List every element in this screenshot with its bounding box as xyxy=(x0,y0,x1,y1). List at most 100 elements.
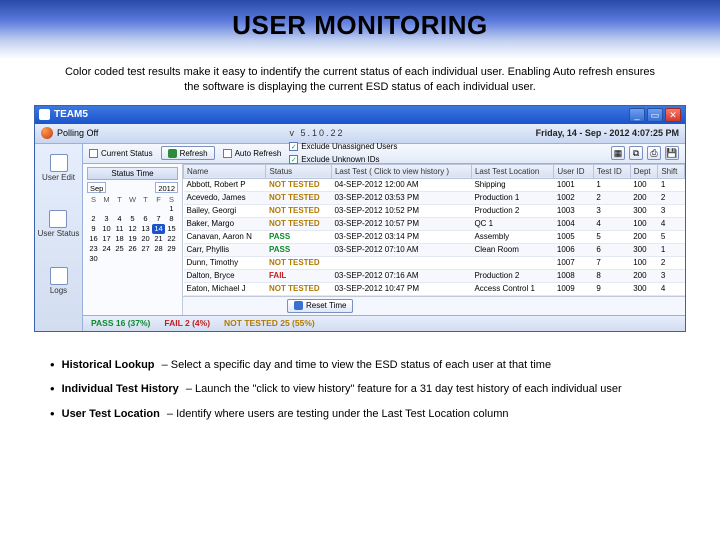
calendar-day-cell[interactable]: 2 xyxy=(87,214,100,224)
month-select[interactable]: Sep xyxy=(87,182,106,193)
export-excel-button[interactable]: ▦ xyxy=(611,146,625,160)
calendar-day-cell[interactable]: 26 xyxy=(126,244,139,254)
table-cell: PASS xyxy=(266,230,332,243)
calendar-dow-cell: T xyxy=(139,195,152,204)
table-row[interactable]: Canavan, Aaron NPASS03-SEP-2012 03:14 PM… xyxy=(184,230,685,243)
reset-time-button[interactable]: Reset Time xyxy=(287,299,353,313)
calendar-day-cell[interactable]: 17 xyxy=(100,234,113,244)
table-row[interactable]: Dunn, TimothyNOT TESTED100771002 xyxy=(184,256,685,269)
app-window: TEAM5 _ ▭ ✕ Polling Off v 5.10.22 Friday… xyxy=(34,105,686,332)
reset-time-label: Reset Time xyxy=(306,301,346,310)
close-button[interactable]: ✕ xyxy=(665,108,681,122)
table-cell: 04-SEP-2012 12:00 AM xyxy=(331,178,471,191)
calendar-day-cell[interactable]: 20 xyxy=(139,234,152,244)
calendar-day-cell[interactable]: 25 xyxy=(113,244,126,254)
maximize-button[interactable]: ▭ xyxy=(647,108,663,122)
table-cell: Abbott, Robert P xyxy=(184,178,266,191)
calendar-day-cell[interactable]: 7 xyxy=(152,214,165,224)
table-cell: 03-SEP-2012 10:47 PM xyxy=(331,282,471,295)
table-row[interactable]: Carr, PhyllisPASS03-SEP-2012 07:10 AMCle… xyxy=(184,243,685,256)
table-column-header[interactable]: Status xyxy=(266,164,332,178)
table-row[interactable]: Bailey, GeorgiNOT TESTED03-SEP-2012 10:5… xyxy=(184,204,685,217)
table-cell: 200 xyxy=(630,269,658,282)
calendar-day-cell[interactable]: 21 xyxy=(152,234,165,244)
table-cell: 100 xyxy=(630,256,658,269)
exclude-unassigned-checkbox[interactable]: ✓ Exclude Unassigned Users xyxy=(289,141,397,153)
calendar-day-cell[interactable]: 8 xyxy=(165,214,178,224)
table-cell: 1008 xyxy=(554,269,593,282)
calendar-day-cell[interactable]: 6 xyxy=(139,214,152,224)
calendar-day-cell[interactable]: 15 xyxy=(165,224,178,234)
calendar-day-cell[interactable]: 9 xyxy=(87,224,100,234)
table-column-header[interactable]: User ID xyxy=(554,164,593,178)
table-column-header[interactable]: Last Test Location xyxy=(471,164,553,178)
calendar-day-cell[interactable]: 18 xyxy=(113,234,126,244)
auto-refresh-checkbox[interactable]: Auto Refresh xyxy=(223,147,282,159)
calendar-day-cell[interactable]: 24 xyxy=(100,244,113,254)
table-cell: 2 xyxy=(658,191,685,204)
table-cell: 4 xyxy=(593,217,630,230)
nav-user-edit[interactable]: User Edit xyxy=(42,154,75,183)
calendar-day-cell[interactable]: 19 xyxy=(126,234,139,244)
table-cell: Canavan, Aaron N xyxy=(184,230,266,243)
table-row[interactable]: Abbott, Robert PNOT TESTED04-SEP-2012 12… xyxy=(184,178,685,191)
table-column-header[interactable]: Test ID xyxy=(593,164,630,178)
brand-logo-icon xyxy=(41,127,53,139)
table-cell: 2 xyxy=(658,256,685,269)
status-time-panel: Status Time Sep 2012 SMTWTFS 12345678910… xyxy=(83,164,183,315)
calendar-day-cell[interactable]: 27 xyxy=(139,244,152,254)
minimize-button[interactable]: _ xyxy=(629,108,645,122)
refresh-icon xyxy=(168,149,177,158)
table-cell: 4 xyxy=(658,282,685,295)
table-cell: 100 xyxy=(630,217,658,230)
year-select[interactable]: 2012 xyxy=(155,182,178,193)
calendar-day-cell[interactable]: 11 xyxy=(113,224,126,234)
copy-button[interactable]: ⧉ xyxy=(629,146,643,160)
print-button[interactable]: ⎙ xyxy=(647,146,661,160)
nav-user-status-label: User Status xyxy=(38,229,80,238)
save-button[interactable]: 💾 xyxy=(665,146,679,160)
bullet-icon: • xyxy=(50,381,55,396)
table-row[interactable]: Baker, MargoNOT TESTED03-SEP-2012 10:57 … xyxy=(184,217,685,230)
bullet-label: Individual Test History xyxy=(62,383,179,395)
table-row[interactable]: Acevedo, JamesNOT TESTED03-SEP-2012 03:5… xyxy=(184,191,685,204)
current-status-checkbox[interactable]: Current Status xyxy=(89,147,153,159)
calendar-day-cell[interactable]: 14 xyxy=(152,224,165,234)
table-column-header[interactable]: Last Test ( Click to view history ) xyxy=(331,164,471,178)
table-row[interactable]: Eaton, Michael JNOT TESTED03-SEP-2012 10… xyxy=(184,282,685,295)
table-column-header[interactable]: Name xyxy=(184,164,266,178)
calendar-day-cell[interactable]: 22 xyxy=(165,234,178,244)
table-cell: 5 xyxy=(593,230,630,243)
checkbox-icon xyxy=(89,149,98,158)
table-cell: Assembly xyxy=(471,230,553,243)
refresh-button[interactable]: Refresh xyxy=(161,146,215,160)
calendar-grid[interactable]: 1234567891011121314151617181920212223242… xyxy=(87,204,178,264)
table-row[interactable]: Dalton, BryceFAIL03-SEP-2012 07:16 AMPro… xyxy=(184,269,685,282)
table-cell: 2 xyxy=(593,191,630,204)
calendar-day-cell[interactable]: 23 xyxy=(87,244,100,254)
table-cell: Eaton, Michael J xyxy=(184,282,266,295)
calendar-day-cell[interactable]: 1 xyxy=(165,204,178,214)
calendar-day-cell[interactable]: 5 xyxy=(126,214,139,224)
calendar-day-cell[interactable]: 13 xyxy=(139,224,152,234)
table-cell: 1 xyxy=(658,243,685,256)
table-cell: Production 2 xyxy=(471,269,553,282)
nav-user-status[interactable]: User Status xyxy=(38,210,80,239)
table-column-header[interactable]: Shift xyxy=(658,164,685,178)
calendar-day-cell[interactable]: 4 xyxy=(113,214,126,224)
nav-logs[interactable]: Logs xyxy=(50,267,68,296)
calendar-day-cell[interactable]: 12 xyxy=(126,224,139,234)
calendar-day-cell[interactable]: 16 xyxy=(87,234,100,244)
calendar-day-cell[interactable]: 3 xyxy=(100,214,113,224)
calendar-day-cell[interactable]: 28 xyxy=(152,244,165,254)
table-cell: Baker, Margo xyxy=(184,217,266,230)
table-cell: NOT TESTED xyxy=(266,204,332,217)
table-cell: 1 xyxy=(658,178,685,191)
clock-icon xyxy=(294,301,303,310)
calendar-day-cell[interactable]: 29 xyxy=(165,244,178,254)
table-cell: Access Control 1 xyxy=(471,282,553,295)
table-column-header[interactable]: Dept xyxy=(630,164,658,178)
calendar-day-cell[interactable]: 10 xyxy=(100,224,113,234)
table-cell: 5 xyxy=(658,230,685,243)
calendar-day-cell[interactable]: 30 xyxy=(87,254,100,264)
